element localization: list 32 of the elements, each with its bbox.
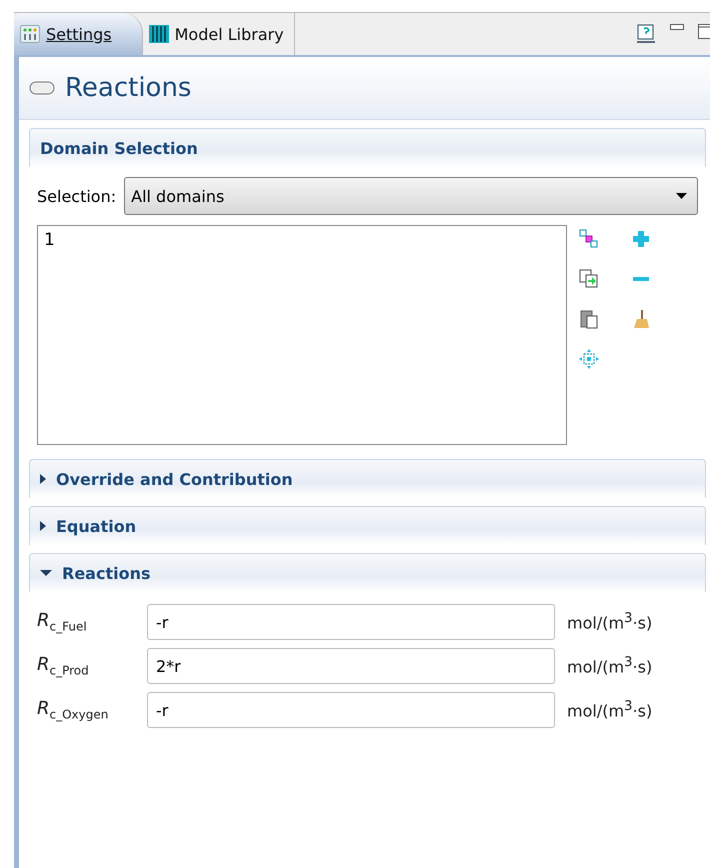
selection-label: Selection: <box>37 186 116 206</box>
section-header[interactable]: Domain Selection <box>29 128 706 167</box>
section-header[interactable]: Reactions <box>29 553 706 592</box>
input-field[interactable]: 2*r <box>147 648 555 684</box>
panel-tab[interactable]: Settings <box>14 13 143 55</box>
help-icon[interactable] <box>636 24 656 44</box>
domain-list[interactable]: 1 <box>37 225 567 445</box>
panel-tab[interactable]: Model Library <box>142 13 295 55</box>
field-label: R$_{c_Oxygen}$ <box>37 698 110 722</box>
unit-label: mol/(m$^{3}$·s) <box>567 611 652 633</box>
sliders-icon <box>20 25 40 43</box>
copy-arrow-icon[interactable] <box>579 269 599 289</box>
minimize-icon[interactable] <box>670 24 684 32</box>
paste-icon[interactable] <box>579 309 599 329</box>
selection-dropdown[interactable]: All domains <box>124 177 698 215</box>
cubes-icon[interactable] <box>579 229 599 249</box>
input-field[interactable]: -r <box>147 604 555 640</box>
section-header[interactable]: Override and Contribution <box>29 459 706 498</box>
domain-icon <box>29 80 55 96</box>
books-icon <box>148 25 169 43</box>
panel-title: Reactions <box>65 73 192 103</box>
input-field[interactable]: -r <box>147 692 555 728</box>
broom-icon[interactable] <box>631 309 651 329</box>
unit-label: mol/(m$^{3}$·s) <box>567 699 652 721</box>
list-item[interactable]: 1 <box>44 230 560 250</box>
caret-icon <box>676 193 687 199</box>
zoom-selection-icon[interactable] <box>579 349 599 369</box>
field-label: R$_{c_Prod}$ <box>37 654 90 678</box>
unit-label: mol/(m$^{3}$·s) <box>567 655 652 677</box>
field-label: R$_{c_Fuel}$ <box>37 610 88 634</box>
section-header[interactable]: Equation <box>29 506 706 545</box>
maximize-icon[interactable] <box>698 24 710 40</box>
